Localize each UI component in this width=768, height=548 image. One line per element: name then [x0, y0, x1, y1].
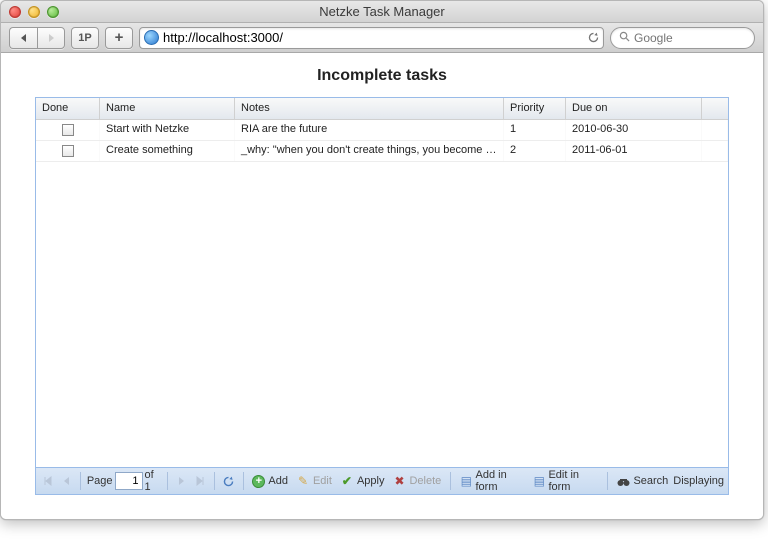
page-input[interactable] — [115, 472, 143, 490]
edit-button[interactable]: ✎Edit — [293, 471, 335, 491]
checkbox-icon[interactable] — [62, 145, 74, 157]
search-input[interactable] — [634, 31, 764, 45]
edit-icon: ✎ — [296, 474, 310, 488]
next-page-button[interactable] — [174, 472, 190, 490]
next-page-icon — [178, 476, 186, 486]
zoom-window-button[interactable] — [47, 6, 59, 18]
cell-priority[interactable]: 1 — [504, 120, 566, 140]
prev-page-button[interactable] — [58, 472, 74, 490]
onepassword-button[interactable]: 1P — [71, 27, 99, 49]
close-window-button[interactable] — [9, 6, 21, 18]
col-due[interactable]: Due on — [566, 98, 702, 119]
traffic-lights — [1, 6, 59, 18]
minimize-window-button[interactable] — [28, 6, 40, 18]
first-page-icon — [43, 476, 53, 486]
cell-spacer — [702, 141, 728, 161]
cell-notes[interactable]: _why: "when you don't create things, you… — [235, 141, 504, 161]
browser-toolbar: 1P + — [1, 23, 763, 53]
bottom-toolbar: Page of 1 +Add ✎Edit ✔Apply ✖Delete ▤ Add… — [36, 467, 728, 494]
onepassword-label: 1P — [78, 32, 91, 44]
url-input[interactable] — [163, 30, 581, 45]
page-content: Incomplete tasks Done Name Notes Priorit… — [1, 53, 763, 519]
cell-due[interactable]: 2011-06-01 — [566, 141, 702, 161]
displaying-label: Displaying — [673, 475, 724, 487]
reload-icon — [587, 31, 600, 44]
edit-in-form-button[interactable]: ▤Edit in form — [530, 471, 600, 491]
url-bar[interactable] — [139, 27, 604, 49]
table-row[interactable]: Start with Netzke RIA are the future 1 2… — [36, 120, 728, 141]
apply-button[interactable]: ✔Apply — [337, 471, 388, 491]
col-spacer — [702, 98, 728, 119]
separator — [167, 472, 168, 490]
add-bookmark-button[interactable]: + — [105, 27, 133, 49]
first-page-button[interactable] — [40, 472, 56, 490]
edit-label: Edit — [313, 475, 332, 487]
plus-icon: + — [115, 29, 124, 46]
prev-page-icon — [62, 476, 70, 486]
separator — [214, 472, 215, 490]
reload-button[interactable] — [585, 30, 601, 46]
grid-header: Done Name Notes Priority Due on — [36, 98, 728, 120]
nav-button-group — [9, 27, 65, 49]
search-label: Search — [633, 475, 668, 487]
col-done[interactable]: Done — [36, 98, 100, 119]
separator — [607, 472, 608, 490]
delete-icon: ✖ — [392, 474, 406, 488]
last-page-icon — [195, 476, 205, 486]
table-row[interactable]: Create something _why: "when you don't c… — [36, 141, 728, 162]
checkbox-icon[interactable] — [62, 124, 74, 136]
add-button[interactable]: +Add — [249, 471, 291, 491]
last-page-button[interactable] — [192, 472, 208, 490]
back-button[interactable] — [9, 27, 37, 49]
search-icon — [619, 31, 630, 45]
tasks-grid: Done Name Notes Priority Due on Start wi… — [35, 97, 729, 495]
cell-notes[interactable]: RIA are the future — [235, 120, 504, 140]
grid-body: Start with Netzke RIA are the future 1 2… — [36, 120, 728, 467]
binoculars-icon — [616, 474, 630, 488]
search-bar[interactable] — [610, 27, 755, 49]
apply-icon: ✔ — [340, 474, 354, 488]
cell-done[interactable] — [36, 120, 100, 140]
col-priority[interactable]: Priority — [504, 98, 566, 119]
forward-icon — [46, 33, 56, 43]
cell-done[interactable] — [36, 141, 100, 161]
separator — [243, 472, 244, 490]
page-of-label: of 1 — [145, 469, 161, 493]
forward-button[interactable] — [37, 27, 65, 49]
edit-form-label: Edit in form — [548, 469, 597, 493]
separator — [450, 472, 451, 490]
add-form-label: Add in form — [476, 469, 526, 493]
col-name[interactable]: Name — [100, 98, 235, 119]
cell-spacer — [702, 120, 728, 140]
cell-due[interactable]: 2010-06-30 — [566, 120, 702, 140]
cell-priority[interactable]: 2 — [504, 141, 566, 161]
col-notes[interactable]: Notes — [235, 98, 504, 119]
add-icon: + — [252, 475, 265, 488]
back-icon — [19, 33, 29, 43]
apply-label: Apply — [357, 475, 385, 487]
cell-name[interactable]: Start with Netzke — [100, 120, 235, 140]
titlebar: Netzke Task Manager — [1, 1, 763, 23]
globe-icon — [144, 30, 159, 45]
separator — [80, 472, 81, 490]
form-edit-icon: ▤ — [533, 474, 545, 488]
page-title: Incomplete tasks — [1, 53, 763, 95]
refresh-button[interactable] — [221, 472, 237, 490]
window-title: Netzke Task Manager — [1, 4, 763, 19]
delete-label: Delete — [409, 475, 441, 487]
add-label: Add — [268, 475, 288, 487]
delete-button[interactable]: ✖Delete — [389, 471, 444, 491]
page-label: Page — [87, 475, 113, 487]
form-add-icon: ▤ — [460, 474, 472, 488]
add-in-form-button[interactable]: ▤ Add in form — [457, 471, 528, 491]
browser-window: Netzke Task Manager 1P + — [0, 0, 764, 520]
search-button[interactable]: Search — [613, 471, 671, 491]
refresh-icon — [222, 474, 236, 488]
cell-name[interactable]: Create something — [100, 141, 235, 161]
